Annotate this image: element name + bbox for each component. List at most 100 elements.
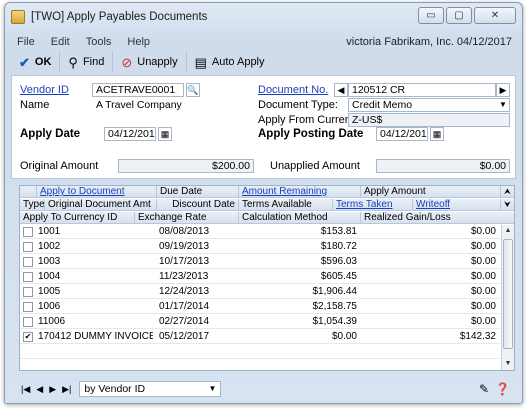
table-row[interactable]: 1001 08/08/2013 $153.81 $0.00 bbox=[20, 225, 500, 239]
footer-bar: |◀ ◀ ▶ ▶| by Vendor ID ▼ ✎ ❓ bbox=[11, 378, 516, 400]
due-date: 10/17/2013 bbox=[159, 256, 210, 267]
maximize-button[interactable]: ▢ bbox=[446, 7, 472, 24]
amount-remaining: $596.03 bbox=[320, 256, 357, 267]
original-amount-label: Original Amount bbox=[20, 160, 99, 172]
apply-checkbox[interactable] bbox=[23, 242, 33, 252]
apply-amount[interactable]: $0.00 bbox=[360, 300, 496, 313]
table-row[interactable]: ✔ 170412 DUMMY INVOICE 05/12/2017 $0.00 $142… bbox=[20, 330, 500, 344]
document-lookup-button[interactable]: ▶ bbox=[496, 83, 510, 97]
vendor-lookup-button[interactable]: 🔍 bbox=[186, 83, 200, 97]
previous-document-arrow-icon[interactable]: ◀ bbox=[334, 83, 348, 97]
amount-remaining-header[interactable]: Amount Remaining bbox=[238, 186, 360, 198]
binoculars-icon: ⚲ bbox=[68, 54, 78, 70]
writeoff-header[interactable]: Writeoff bbox=[412, 199, 500, 211]
title-bar: [TWO] Apply Payables Documents ▭ ▢ ✕ bbox=[5, 3, 522, 31]
menu-help[interactable]: Help bbox=[127, 36, 150, 48]
amount-remaining: $1,054.39 bbox=[312, 316, 358, 327]
unapplied-amount-label: Unapplied Amount bbox=[270, 160, 360, 172]
empty-row[interactable] bbox=[20, 345, 500, 359]
find-button[interactable]: ⚲ Find bbox=[60, 52, 114, 72]
due-date: 12/24/2013 bbox=[159, 286, 210, 297]
type-header: Type bbox=[23, 199, 44, 210]
grid-header-row-3: Apply To Currency ID Exchange Rate Calcu… bbox=[20, 212, 514, 224]
last-record-icon[interactable]: ▶| bbox=[62, 384, 71, 395]
document-number: 1004 bbox=[38, 271, 61, 282]
auto-apply-button[interactable]: ▤ Auto Apply bbox=[187, 52, 273, 72]
due-date: 02/27/2014 bbox=[159, 316, 210, 327]
due-date: 05/12/2017 bbox=[159, 331, 210, 342]
next-record-icon[interactable]: ▶ bbox=[49, 384, 56, 395]
apply-checkbox[interactable] bbox=[23, 272, 33, 282]
document-type-select[interactable]: Credit Memo bbox=[348, 98, 510, 112]
menu-bar: File Edit Tools Help victoria Fabrikam, … bbox=[11, 33, 516, 51]
table-row[interactable]: 11006 02/27/2014 $1,054.39 $0.00 bbox=[20, 315, 500, 329]
sort-order-select[interactable]: by Vendor ID ▼ bbox=[79, 381, 222, 397]
menu-file[interactable]: File bbox=[17, 36, 35, 48]
name-label: Name bbox=[20, 99, 50, 111]
apply-checkbox[interactable]: ✔ bbox=[23, 332, 33, 342]
posting-calendar-icon[interactable]: ▦ bbox=[430, 127, 444, 141]
grid-scrollbar[interactable]: ▲ ▼ bbox=[501, 225, 514, 370]
scroll-thumb[interactable] bbox=[503, 239, 513, 349]
minimize-button[interactable]: ▭ bbox=[418, 7, 444, 24]
apply-checkbox[interactable] bbox=[23, 257, 33, 267]
table-row[interactable]: 1002 09/19/2013 $180.72 $0.00 bbox=[20, 240, 500, 254]
original-amount-value: $200.00 bbox=[118, 159, 254, 173]
apply-amount[interactable]: $0.00 bbox=[360, 255, 496, 268]
original-document-amt-header: Original Document Amt bbox=[44, 199, 156, 211]
table-row[interactable]: 1003 10/17/2013 $596.03 $0.00 bbox=[20, 255, 500, 269]
apply-amount[interactable]: $0.00 bbox=[360, 225, 496, 238]
apply-checkbox[interactable] bbox=[23, 227, 33, 237]
table-row[interactable]: 1004 11/23/2013 $605.45 $0.00 bbox=[20, 270, 500, 284]
apply-posting-date-label: Apply Posting Date bbox=[258, 128, 364, 140]
vendor-id-link[interactable]: Vendor ID bbox=[20, 83, 69, 97]
collapse-icon[interactable]: ⮝ bbox=[500, 186, 514, 198]
due-date: 09/19/2013 bbox=[159, 241, 210, 252]
apply-amount[interactable]: $0.00 bbox=[360, 270, 496, 283]
apply-to-currency-header: Apply To Currency ID bbox=[23, 212, 118, 223]
table-row[interactable]: 1006 01/17/2014 $2,158.75 $0.00 bbox=[20, 300, 500, 314]
sort-dropdown-icon: ▼ bbox=[208, 384, 217, 393]
terms-taken-header[interactable]: Terms Taken bbox=[332, 199, 412, 211]
window-title: [TWO] Apply Payables Documents bbox=[31, 11, 208, 23]
unapply-icon: ⊘ bbox=[121, 54, 133, 70]
apply-checkbox[interactable] bbox=[23, 287, 33, 297]
amount-remaining: $0.00 bbox=[331, 331, 357, 342]
first-record-icon[interactable]: |◀ bbox=[21, 384, 30, 395]
apply-amount[interactable]: $0.00 bbox=[360, 240, 496, 253]
table-row[interactable]: 1005 12/24/2013 $1,906.44 $0.00 bbox=[20, 285, 500, 299]
scroll-down-arrow-icon[interactable]: ▼ bbox=[502, 358, 514, 370]
unapply-button[interactable]: ⊘ Unapply bbox=[113, 52, 187, 72]
apply-amount[interactable]: $0.00 bbox=[360, 315, 496, 328]
previous-record-icon[interactable]: ◀ bbox=[36, 384, 43, 395]
apply-date-label: Apply Date bbox=[20, 128, 81, 140]
close-button[interactable]: ✕ bbox=[474, 7, 516, 24]
apply-checkbox[interactable] bbox=[23, 302, 33, 312]
menu-tools[interactable]: Tools bbox=[86, 36, 112, 48]
calculation-method-header: Calculation Method bbox=[238, 212, 360, 224]
grid-header-row-2: Type Original Document Amt Discount Date… bbox=[20, 199, 514, 211]
ok-button[interactable]: ✔ OK bbox=[11, 52, 61, 72]
record-navigation: |◀ ◀ ▶ ▶| bbox=[21, 384, 71, 395]
apply-date-field[interactable]: 04/12/2017 bbox=[104, 127, 156, 141]
apply-checkbox[interactable] bbox=[23, 317, 33, 327]
apply-amount[interactable]: $142.32 bbox=[360, 330, 496, 343]
help-icon[interactable]: ❓ bbox=[495, 382, 510, 396]
document-number: 170412 DUMMY INVOICE bbox=[38, 331, 153, 342]
apply-posting-date-field[interactable]: 04/12/2017 bbox=[376, 127, 428, 141]
expand-icon[interactable]: ⮟ bbox=[500, 199, 514, 211]
vendor-id-field[interactable]: ACETRAVE0001 bbox=[92, 83, 184, 97]
document-number: 1002 bbox=[38, 241, 61, 252]
menu-edit[interactable]: Edit bbox=[51, 36, 70, 48]
due-date: 11/23/2013 bbox=[159, 271, 209, 282]
realized-gain-loss-header: Realized Gain/Loss bbox=[360, 212, 514, 224]
amount-remaining: $2,158.75 bbox=[312, 301, 358, 312]
apply-to-document-header[interactable]: Apply to Document bbox=[36, 186, 156, 198]
document-number: 1006 bbox=[38, 301, 61, 312]
scroll-up-arrow-icon[interactable]: ▲ bbox=[502, 225, 514, 237]
document-no-link[interactable]: Document No. bbox=[258, 83, 328, 97]
calendar-icon[interactable]: ▦ bbox=[158, 127, 172, 141]
document-no-field[interactable]: 120512 CR bbox=[348, 83, 496, 97]
apply-amount[interactable]: $0.00 bbox=[360, 285, 496, 298]
note-icon[interactable]: ✎ bbox=[479, 382, 489, 396]
